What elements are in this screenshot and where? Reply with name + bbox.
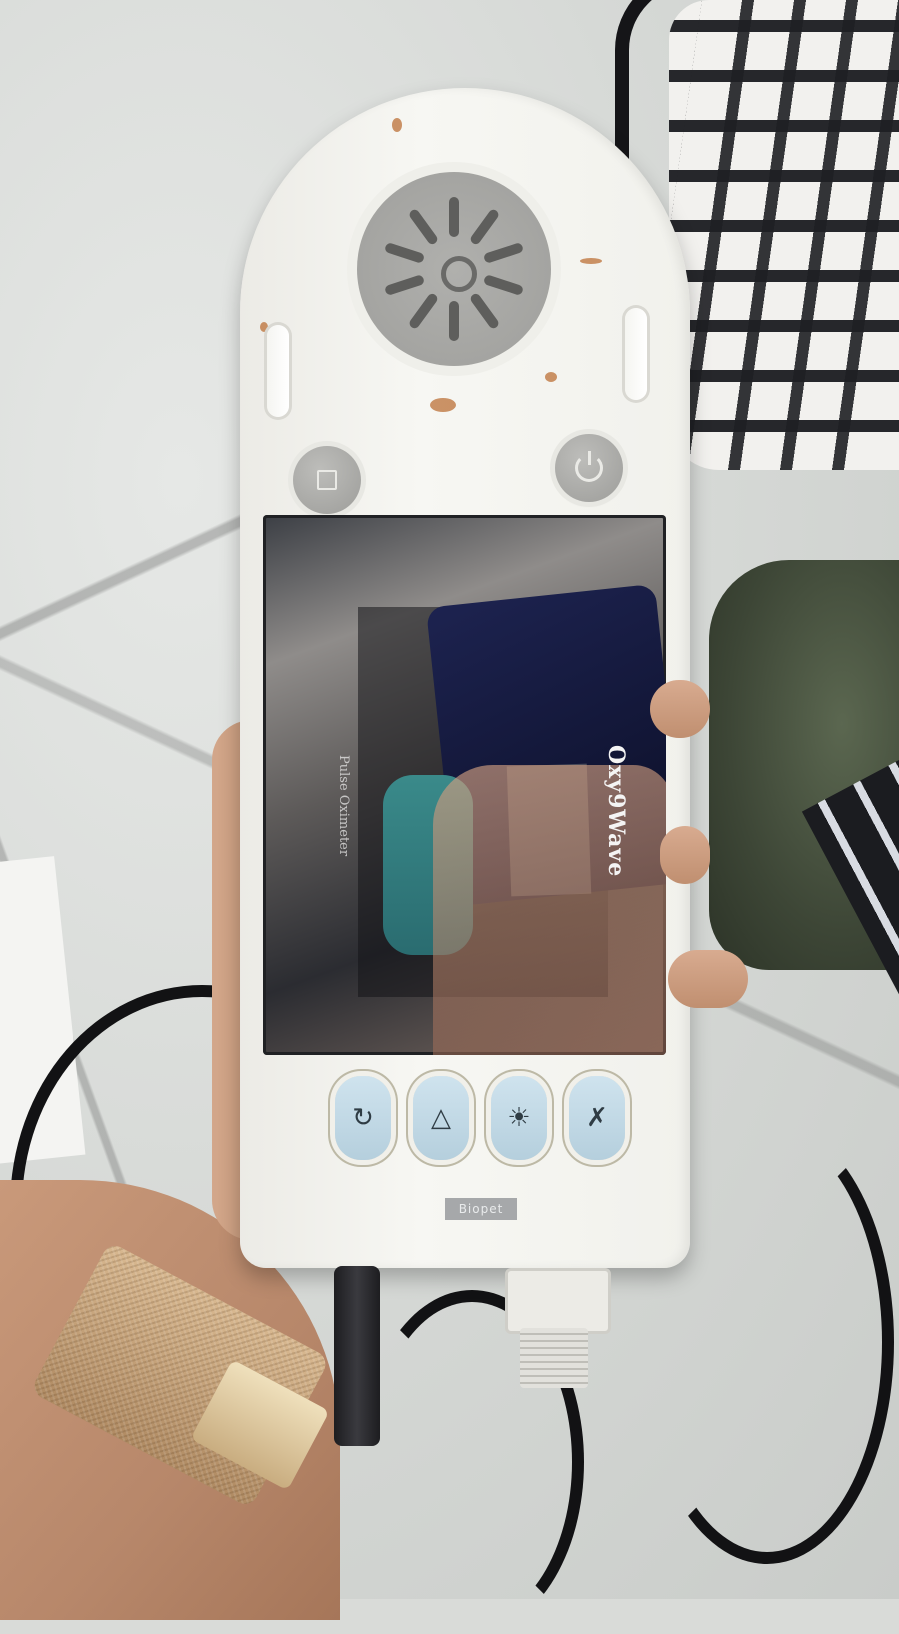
brand-badge: Biopet — [445, 1198, 517, 1220]
stop-icon — [317, 470, 337, 490]
brightness-button[interactable]: ☀ — [491, 1076, 547, 1160]
brightness-icon: ☀ — [507, 1103, 531, 1133]
power-plug — [334, 1266, 380, 1446]
cable-connector — [505, 1268, 611, 1334]
alarm-button[interactable]: △ — [413, 1076, 469, 1160]
stain — [580, 258, 602, 264]
rotate-icon: ↻ — [352, 1103, 374, 1133]
cable-connector-ribbed — [520, 1328, 588, 1388]
mute-button[interactable]: ✗ — [569, 1076, 625, 1160]
stain — [545, 372, 557, 382]
indicator-light-left — [267, 325, 289, 417]
screen-subtitle: Pulse Oximeter — [336, 755, 351, 857]
screen-brand: Oxy9Wave — [603, 745, 629, 878]
power-icon — [575, 451, 603, 482]
reflected-hand — [433, 765, 666, 1055]
bell-icon: △ — [431, 1103, 451, 1133]
lcd-screen: Pulse Oximeter Oxy9Wave — [263, 515, 666, 1055]
finger — [668, 950, 748, 1008]
rotate-button[interactable]: ↻ — [335, 1076, 391, 1160]
stain — [430, 398, 456, 412]
speaker-grille — [357, 172, 551, 366]
indicator-light-right — [625, 308, 647, 400]
stain — [392, 118, 402, 132]
finger — [660, 826, 710, 884]
finger — [650, 680, 710, 738]
speaker-center — [441, 256, 477, 292]
stop-button[interactable] — [293, 446, 361, 514]
stain — [260, 322, 268, 332]
mute-icon: ✗ — [586, 1103, 608, 1133]
power-button[interactable] — [555, 434, 623, 502]
